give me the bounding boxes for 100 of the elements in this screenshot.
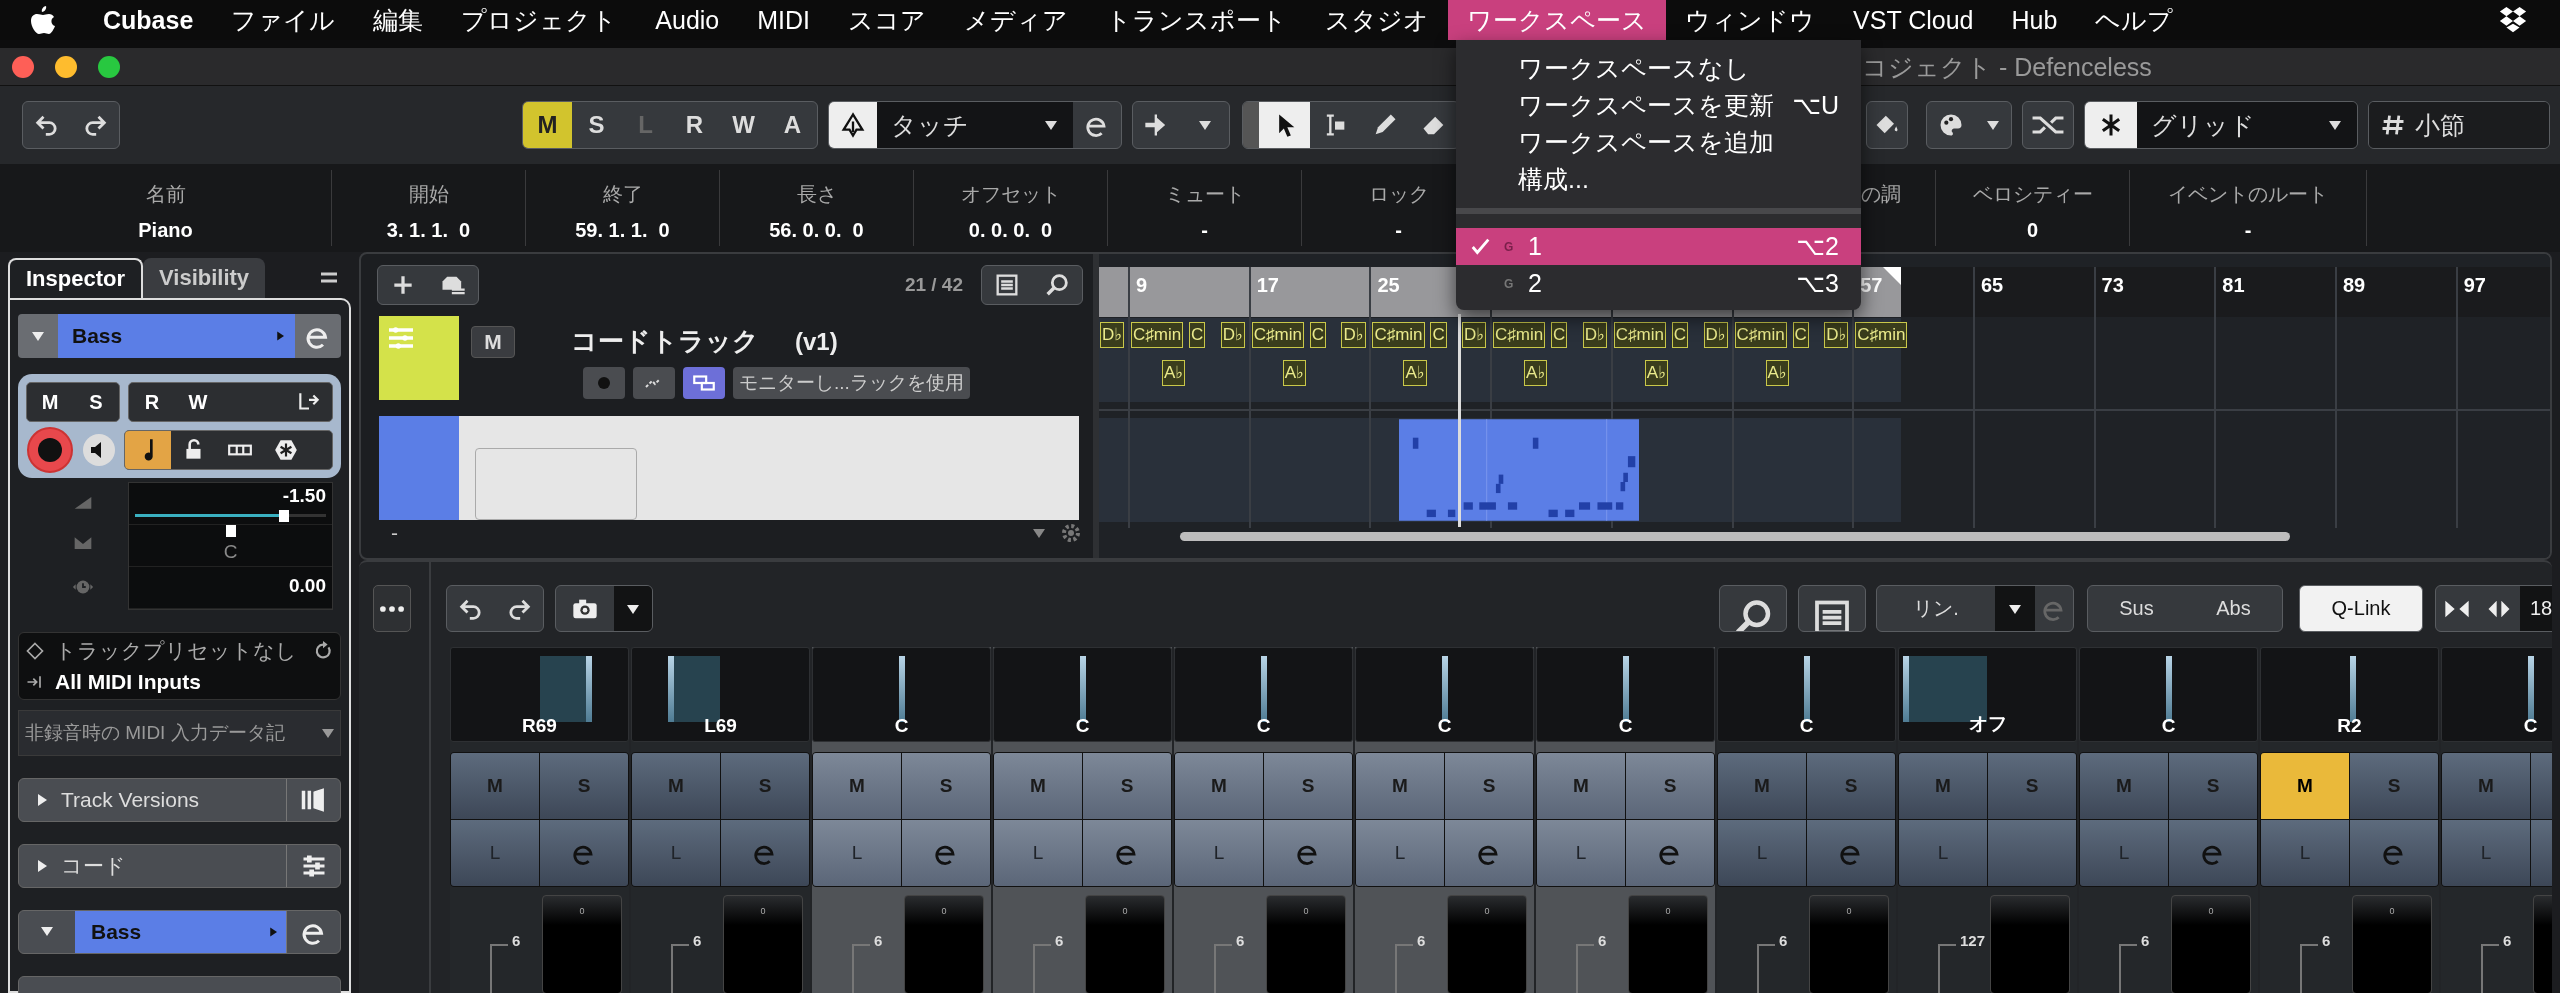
channel-strip[interactable]: C M S L 6 0 (1355, 647, 1534, 993)
fader-slot[interactable]: 0 (723, 895, 803, 993)
section-header[interactable]: Bass (18, 910, 341, 954)
chord-event[interactable]: D♭ (1824, 322, 1849, 348)
locator-marker[interactable] (1883, 267, 1901, 285)
fader-slot[interactable]: 0 (2352, 895, 2432, 993)
chord-event[interactable]: C (1189, 322, 1206, 348)
pan-control[interactable]: オフ (1898, 647, 2077, 742)
mode-toggle[interactable]: R (670, 102, 719, 148)
scale-event[interactable]: A♭ (1644, 360, 1669, 386)
pan-control[interactable]: C (2441, 647, 2552, 742)
inspector-tab[interactable]: Visibility (143, 258, 266, 298)
channel-strip[interactable]: C M S L 6 0 (1717, 647, 1896, 993)
pan-control[interactable]: C (1355, 647, 1534, 742)
field-value[interactable]: 3. 1. 1. 0 (386, 218, 471, 242)
scale-event[interactable]: A♭ (1765, 360, 1789, 386)
pan-value[interactable]: C (129, 541, 332, 563)
snap-button[interactable] (2022, 101, 2074, 149)
menu-item[interactable]: G 1 ⌥2 (1456, 228, 1861, 265)
menu-item[interactable]: Audio (636, 0, 739, 40)
field-value[interactable]: Piano (138, 218, 193, 242)
mute-button[interactable]: M (471, 325, 515, 358)
fader-slot[interactable]: 0 (1447, 895, 1527, 993)
value-field[interactable]: 18 (2520, 586, 2552, 631)
chord-event[interactable]: C♯min (1251, 322, 1304, 348)
chord-event[interactable]: D♭ (1703, 322, 1728, 348)
channel-strip[interactable]: R69 M S L 6 0 (450, 647, 629, 993)
midi-input[interactable]: All MIDI Inputs (55, 669, 201, 694)
menu-item[interactable]: ワークスペース (1448, 0, 1667, 40)
pointer-button[interactable] (1258, 102, 1311, 148)
solo-button[interactable]: S (1626, 753, 1714, 819)
menu-item[interactable]: トランスポート (1087, 0, 1307, 40)
menu-item[interactable]: ファイル (212, 0, 355, 40)
channel-strip[interactable]: C M S L 6 0 (993, 647, 1172, 993)
record-button[interactable] (26, 426, 74, 474)
write-button[interactable]: W (175, 383, 221, 421)
solo-button[interactable]: S (1264, 753, 1352, 819)
solo-button[interactable]: S (73, 383, 119, 421)
menu-item[interactable]: ワークスペースなし (1456, 50, 1861, 87)
field-value[interactable]: - (1201, 218, 1208, 242)
settings-icon[interactable] (1059, 521, 1083, 545)
chord-event[interactable]: D♭ (1341, 322, 1366, 348)
dropdown-button[interactable] (1995, 586, 2035, 631)
menu-item[interactable]: Hub (1992, 0, 2077, 40)
field-value[interactable]: 0 (2026, 218, 2039, 242)
menu-item[interactable]: 構成... (1456, 161, 1861, 198)
solo-button[interactable]: S (1083, 753, 1171, 819)
scale-event[interactable]: A♭ (1162, 360, 1186, 386)
menu-item[interactable]: プロジェクト (442, 0, 637, 40)
track-name-bar[interactable]: Bass (75, 911, 286, 953)
scale-event[interactable]: A♭ (1403, 360, 1427, 386)
pan-control[interactable]: C (1536, 647, 1715, 742)
monitor-mode-dropdown[interactable]: モニターし...ラックを使用 (733, 367, 970, 399)
chord-event[interactable]: D♭ (1582, 322, 1608, 348)
chord-event[interactable]: D♭ (1462, 322, 1487, 348)
mute-button[interactable]: M (2261, 753, 2349, 819)
preset-name[interactable]: トラックプリセットなし (55, 636, 302, 665)
menu-item[interactable]: ワークスペースを追加 (1456, 124, 1861, 161)
menu-item[interactable]: メディア (945, 0, 1088, 40)
channel-strip[interactable]: C M S L 6 0 (2079, 647, 2258, 993)
edit-button[interactable] (902, 820, 990, 886)
channel-strip[interactable]: L69 M S L 6 0 (631, 647, 810, 993)
bucket-button[interactable] (1866, 101, 1908, 149)
chord-event[interactable]: C♯min (1855, 322, 1908, 348)
mute-button[interactable]: M (813, 753, 901, 819)
scale-event[interactable]: A♭ (1282, 360, 1307, 386)
channel-strip[interactable]: C M S L 6 0 (1536, 647, 1715, 993)
field-value[interactable]: - (1395, 218, 1402, 242)
field-value[interactable]: - (2244, 218, 2252, 242)
link-dropdown[interactable]: リン. (1877, 586, 1995, 631)
volume-value[interactable]: -1.50 (282, 485, 326, 507)
q-link-button[interactable]: Q-Link (2299, 585, 2423, 632)
section-header[interactable]: Track Versions (18, 778, 341, 822)
input-filter-dropdown[interactable]: 非録音時の MIDI 入力データ記 (18, 710, 341, 756)
pan-control[interactable]: C (812, 647, 991, 742)
fader-slot[interactable]: 0 (1809, 895, 1889, 993)
chord-event[interactable]: C (1430, 322, 1447, 348)
automation-mode-dropdown[interactable]: タッチ (877, 102, 1073, 148)
mute-button[interactable]: M (994, 753, 1082, 819)
edit-button[interactable] (295, 314, 341, 358)
midi-part[interactable] (1399, 418, 1639, 522)
fader-slot[interactable]: 0 (1085, 895, 1165, 993)
menu-item[interactable]: スタジオ (1306, 0, 1449, 40)
chord-event[interactable]: C♯min (1734, 322, 1787, 348)
channel-strip[interactable]: C M L 6 (2441, 647, 2552, 993)
channel-strip[interactable]: C M S L 6 0 (812, 647, 991, 993)
sus-button[interactable]: Sus (2088, 586, 2185, 631)
snap-type-dropdown[interactable]: グリッド (2137, 102, 2357, 148)
collapse-button[interactable] (18, 314, 58, 358)
menu-item[interactable]: スコア (829, 0, 946, 40)
menu-item[interactable]: MIDI (738, 0, 830, 40)
mute-button[interactable]: M (27, 383, 73, 421)
chord-event[interactable]: C (1551, 322, 1568, 348)
mode-toggle[interactable]: S (572, 102, 621, 148)
delay-value[interactable]: 0.00 (289, 575, 326, 597)
minimize-button[interactable] (55, 56, 77, 78)
mute-button[interactable]: M (1175, 753, 1263, 819)
chord-event[interactable]: C♯min (1372, 322, 1425, 348)
pan-control[interactable]: L69 (631, 647, 810, 742)
edit-button[interactable] (1626, 820, 1714, 886)
